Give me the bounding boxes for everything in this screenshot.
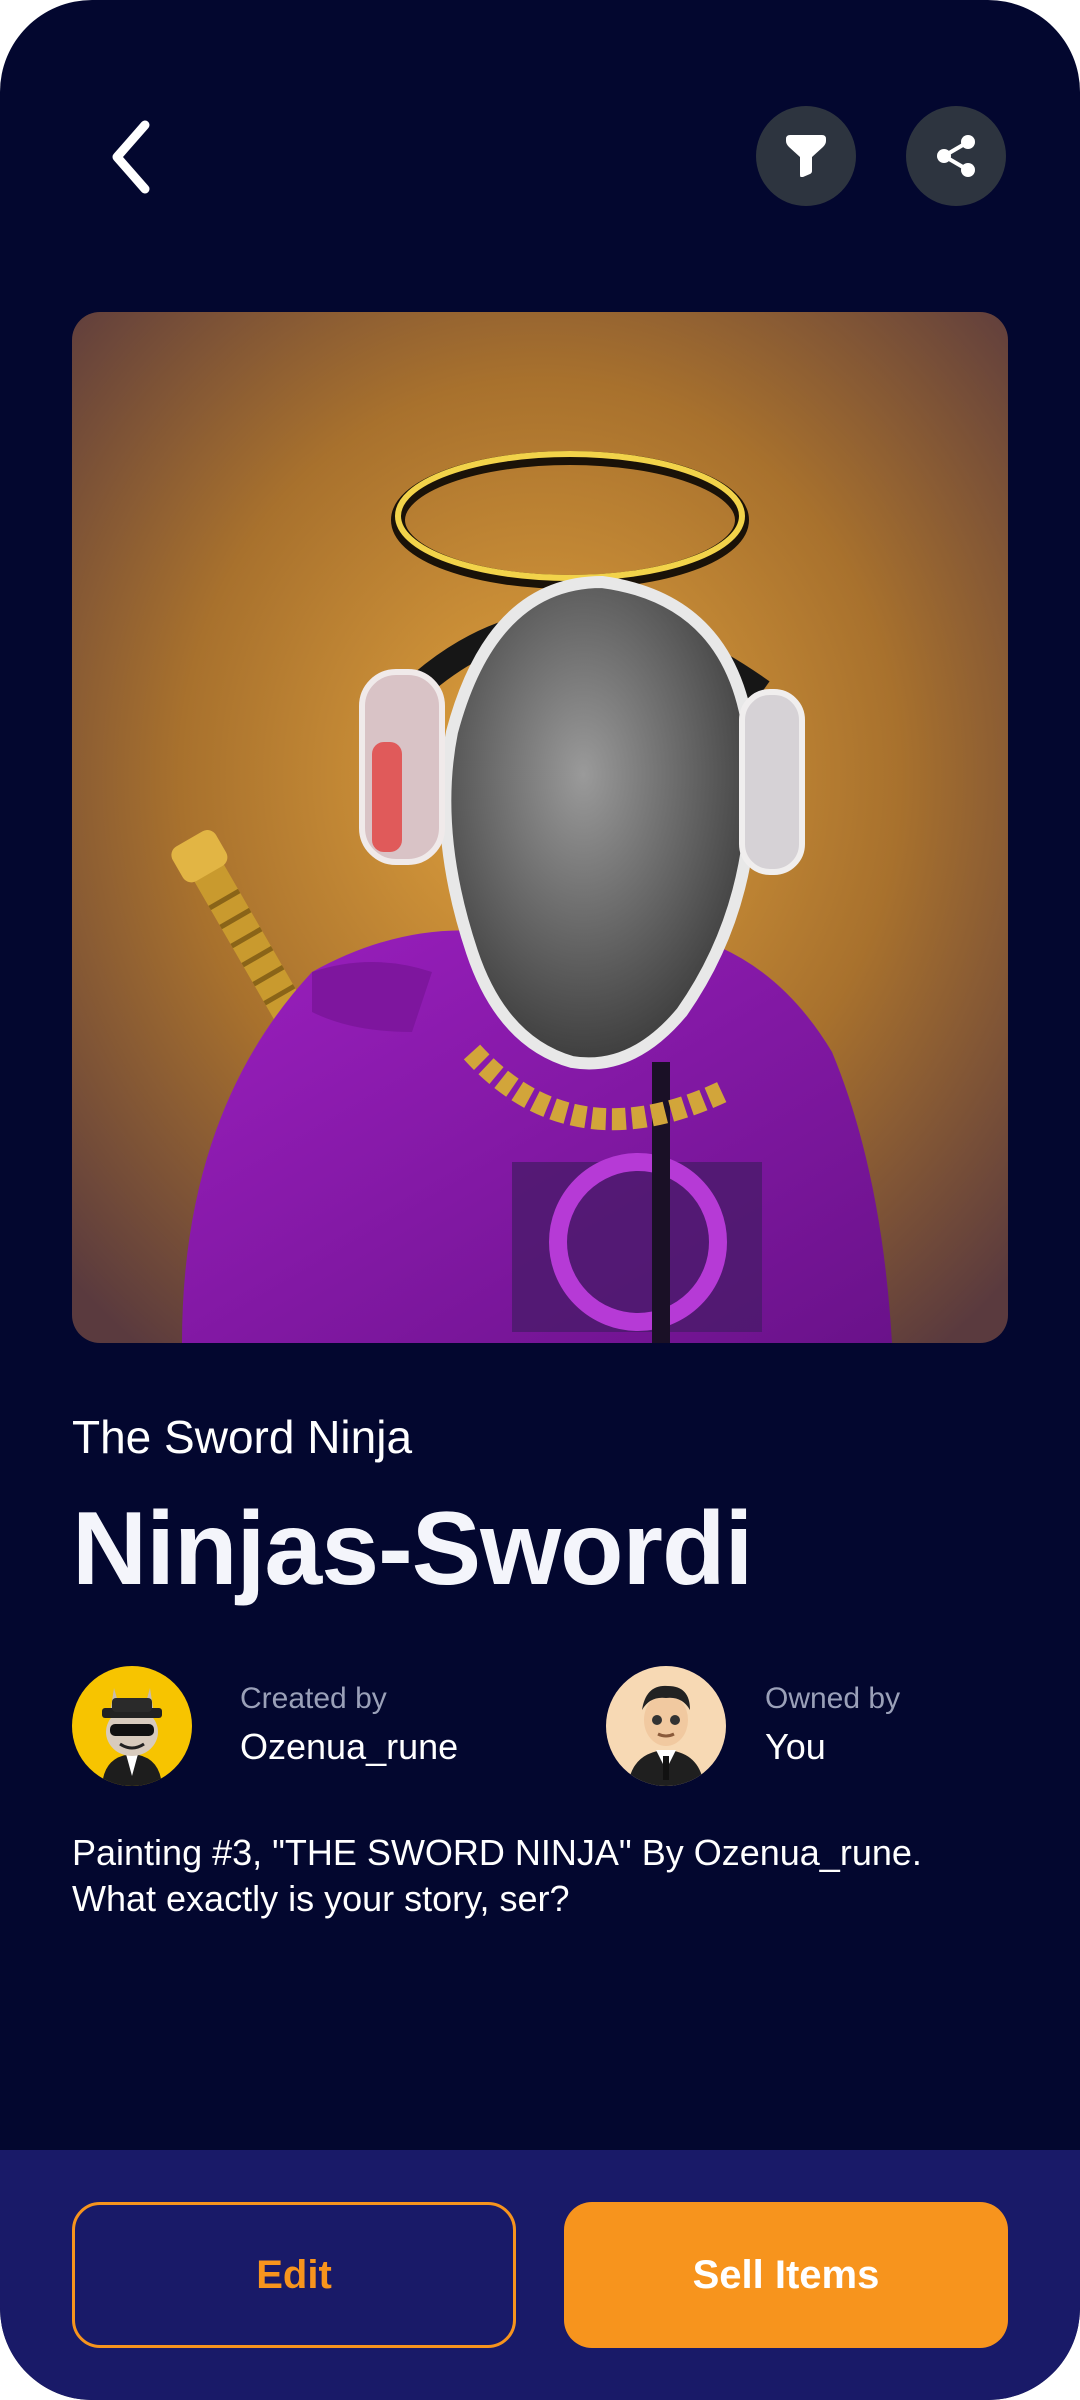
- back-button[interactable]: [96, 112, 166, 202]
- rabbit-avatar-image: [72, 1666, 192, 1786]
- owner-name[interactable]: You: [765, 1726, 826, 1768]
- filter-icon: [786, 135, 826, 177]
- created-by-label: Created by: [240, 1682, 387, 1715]
- nft-artwork[interactable]: [72, 312, 1008, 1343]
- collection-name: The Sword Ninja: [72, 1411, 413, 1463]
- share-button[interactable]: [906, 106, 1006, 206]
- chevron-left-icon: [112, 120, 150, 194]
- edit-button[interactable]: Edit: [72, 2202, 516, 2348]
- ninja-artwork-image: [72, 312, 1008, 1343]
- nft-title: Ninjas-Swordi: [72, 1491, 753, 1607]
- creator-name[interactable]: Ozenua_rune: [240, 1726, 458, 1768]
- owner-avatar[interactable]: [606, 1666, 726, 1786]
- screen: The Sword Ninja Ninjas-Swordi Created by…: [0, 0, 1080, 2400]
- owned-by-label: Owned by: [765, 1682, 901, 1715]
- filter-button[interactable]: [756, 106, 856, 206]
- man-avatar-image: [606, 1666, 726, 1786]
- sell-items-button[interactable]: Sell Items: [564, 2202, 1008, 2348]
- creator-avatar[interactable]: [72, 1666, 192, 1786]
- share-icon: [937, 135, 975, 177]
- nft-description: Painting #3, "THE SWORD NINJA" By Ozenua…: [72, 1832, 922, 1919]
